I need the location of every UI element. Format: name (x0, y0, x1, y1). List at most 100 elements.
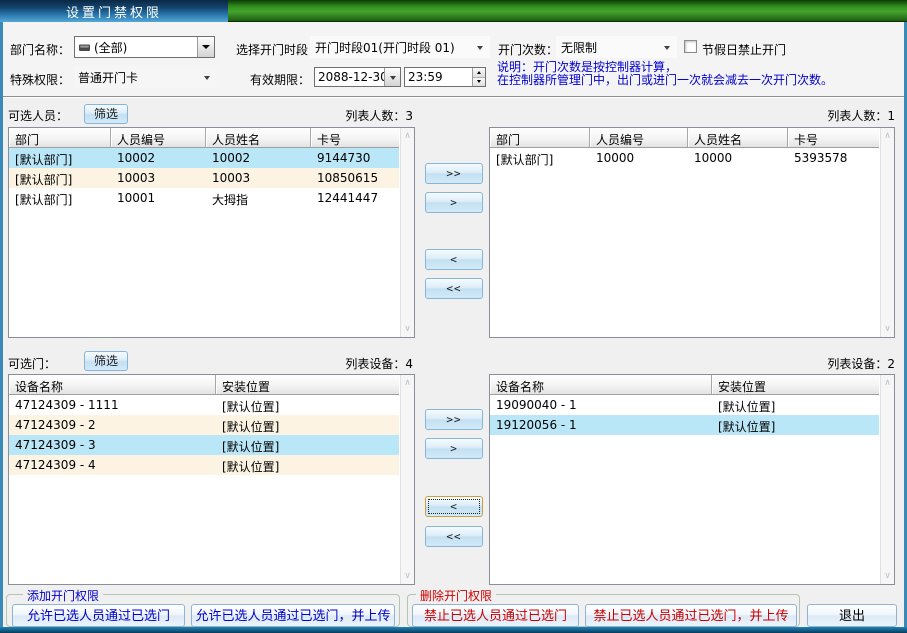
table-cell: [默认部门] (9, 188, 111, 208)
table-cell: 10002 (111, 148, 206, 168)
scroll-up-icon[interactable]: ∧ (881, 378, 894, 388)
page-title: 设置门禁权限 (66, 2, 162, 21)
open-count-value: 无限制 (556, 39, 664, 56)
time-spin-up-icon[interactable] (473, 68, 485, 78)
people-available-table-header: 部门 人员编号 人员姓名 卡号 (9, 128, 399, 148)
doors-available-scrollbar[interactable]: ∧ ∨ (400, 375, 414, 584)
allow-selected-upload-button[interactable]: 允许已选人员通过已选门，并上传 (191, 604, 395, 627)
doors-filter-button[interactable]: 筛选 (84, 351, 128, 371)
open-period-value: 开门时段01(开门时段 01) (310, 39, 477, 56)
table-row[interactable]: 47124309 - 3[默认位置] (9, 435, 399, 455)
scroll-up-icon[interactable]: ∧ (401, 378, 414, 388)
holiday-forbid-checkbox[interactable] (684, 40, 697, 53)
people-move-one-left-button[interactable]: < (425, 249, 483, 270)
validity-date-picker[interactable]: 2088-12-30 (314, 67, 401, 87)
department-combobox[interactable]: (全部) (74, 36, 215, 58)
form-divider (3, 96, 904, 98)
people-available-count: 列表人数：3 (313, 107, 413, 124)
special-permission-combobox[interactable]: 普通开门卡 (74, 66, 217, 88)
deny-selected-upload-button[interactable]: 禁止已选人员通过已选门，并上传 (585, 604, 797, 627)
column-header-card-no[interactable]: 卡号 (788, 128, 879, 148)
table-cell: 19090040 - 1 (490, 395, 712, 415)
open-count-dropdown-arrow-icon (664, 46, 670, 53)
column-header-person-id[interactable]: 人员编号 (111, 128, 206, 148)
special-permission-dropdown-arrow-icon (204, 76, 210, 83)
table-cell: 47124309 - 3 (9, 435, 216, 455)
window-border-bottom (0, 627, 907, 633)
table-cell: 10000 (688, 148, 788, 168)
people-move-all-right-button[interactable]: >> (425, 163, 483, 184)
column-header-department[interactable]: 部门 (9, 128, 111, 148)
validity-date-value: 2088-12-30 (315, 70, 384, 84)
doors-selected-table-header: 设备名称 安装位置 (490, 375, 879, 395)
people-selected-scrollbar[interactable]: ∧ ∨ (880, 128, 894, 337)
scroll-down-icon[interactable]: ∨ (881, 324, 894, 334)
table-cell: 10000 (590, 148, 688, 168)
people-filter-button[interactable]: 筛选 (84, 104, 128, 124)
doors-move-all-right-button[interactable]: >> (425, 409, 483, 430)
table-cell: [默认部门] (9, 148, 111, 168)
table-row[interactable]: 47124309 - 4[默认位置] (9, 455, 399, 475)
column-header-person-name[interactable]: 人员姓名 (206, 128, 311, 148)
column-header-person-id[interactable]: 人员编号 (590, 128, 688, 148)
department-dropdown-arrow-icon[interactable] (197, 37, 214, 57)
table-cell: [默认位置] (712, 395, 879, 415)
doors-selected-count: 列表设备：2 (795, 355, 895, 372)
column-header-install-location[interactable]: 安装位置 (712, 375, 879, 395)
table-row[interactable]: [默认部门]10000100005393578 (490, 148, 879, 168)
table-row[interactable]: 19120056 - 1[默认位置] (490, 415, 879, 435)
doors-available-count: 列表设备：4 (313, 355, 413, 372)
column-header-department[interactable]: 部门 (490, 128, 590, 148)
table-row[interactable]: 19090040 - 1[默认位置] (490, 395, 879, 415)
doors-available-label: 可选门： (8, 355, 56, 372)
doors-move-one-left-button[interactable]: < (425, 496, 483, 517)
table-cell: 10002 (206, 148, 311, 168)
table-row[interactable]: [默认部门]10001大拇指12441447 (9, 188, 399, 208)
special-permission-value: 普通开门卡 (74, 69, 204, 86)
table-cell: [默认部门] (490, 148, 590, 168)
table-row[interactable]: 47124309 - 2[默认位置] (9, 415, 399, 435)
scroll-up-icon[interactable]: ∧ (881, 131, 894, 141)
doors-move-one-right-button[interactable]: > (425, 438, 483, 459)
scroll-down-icon[interactable]: ∨ (401, 571, 414, 581)
time-spin-down-icon[interactable] (473, 78, 485, 87)
people-selected-count: 列表人数：1 (795, 107, 895, 124)
exit-button[interactable]: 退出 (807, 604, 897, 627)
allow-selected-button[interactable]: 允许已选人员通过已选门 (12, 604, 185, 627)
table-row[interactable]: [默认部门]100031000310850615 (9, 168, 399, 188)
column-header-device-name[interactable]: 设备名称 (9, 375, 216, 395)
tab-set-door-permission[interactable]: 设置门禁权限 (0, 0, 228, 22)
deny-selected-button[interactable]: 禁止已选人员通过已选门 (412, 604, 579, 627)
titlebar-green-strip (228, 0, 907, 22)
open-count-combobox[interactable]: 无限制 (556, 36, 677, 58)
scroll-down-icon[interactable]: ∨ (401, 324, 414, 334)
open-period-combobox[interactable]: 开门时段01(开门时段 01) (310, 36, 490, 58)
table-cell: 9144730 (311, 148, 399, 168)
people-available-scrollbar[interactable]: ∧ ∨ (400, 128, 414, 337)
table-cell: 10850615 (311, 168, 399, 188)
validity-label: 有效期限： (250, 71, 310, 88)
column-header-person-name[interactable]: 人员姓名 (688, 128, 788, 148)
table-cell: 大拇指 (206, 188, 311, 208)
validity-time-value: 23:59 (405, 68, 472, 86)
scroll-up-icon[interactable]: ∧ (401, 131, 414, 141)
column-header-device-name[interactable]: 设备名称 (490, 375, 712, 395)
doors-selected-scrollbar[interactable]: ∧ ∨ (880, 375, 894, 584)
scroll-down-icon[interactable]: ∨ (881, 571, 894, 581)
open-count-label: 开门次数： (498, 41, 558, 58)
table-row[interactable]: 47124309 - 1111[默认位置] (9, 395, 399, 415)
people-available-table: 部门 人员编号 人员姓名 卡号 [默认部门]10002100029144730[… (8, 127, 415, 338)
table-row[interactable]: [默认部门]10002100029144730 (9, 148, 399, 168)
table-cell: 47124309 - 4 (9, 455, 216, 475)
validity-date-dropdown-arrow-icon[interactable] (384, 68, 400, 86)
column-header-install-location[interactable]: 安装位置 (216, 375, 399, 395)
table-cell: [默认位置] (712, 415, 879, 435)
validity-time-spinner[interactable]: 23:59 (404, 67, 486, 87)
column-header-card-no[interactable]: 卡号 (311, 128, 399, 148)
people-move-all-left-button[interactable]: << (425, 278, 483, 299)
people-move-one-right-button[interactable]: > (425, 192, 483, 213)
people-selected-table-header: 部门 人员编号 人员姓名 卡号 (490, 128, 879, 148)
window-border-left (0, 22, 3, 627)
table-cell: [默认位置] (216, 395, 399, 415)
doors-move-all-left-button[interactable]: << (425, 526, 483, 547)
